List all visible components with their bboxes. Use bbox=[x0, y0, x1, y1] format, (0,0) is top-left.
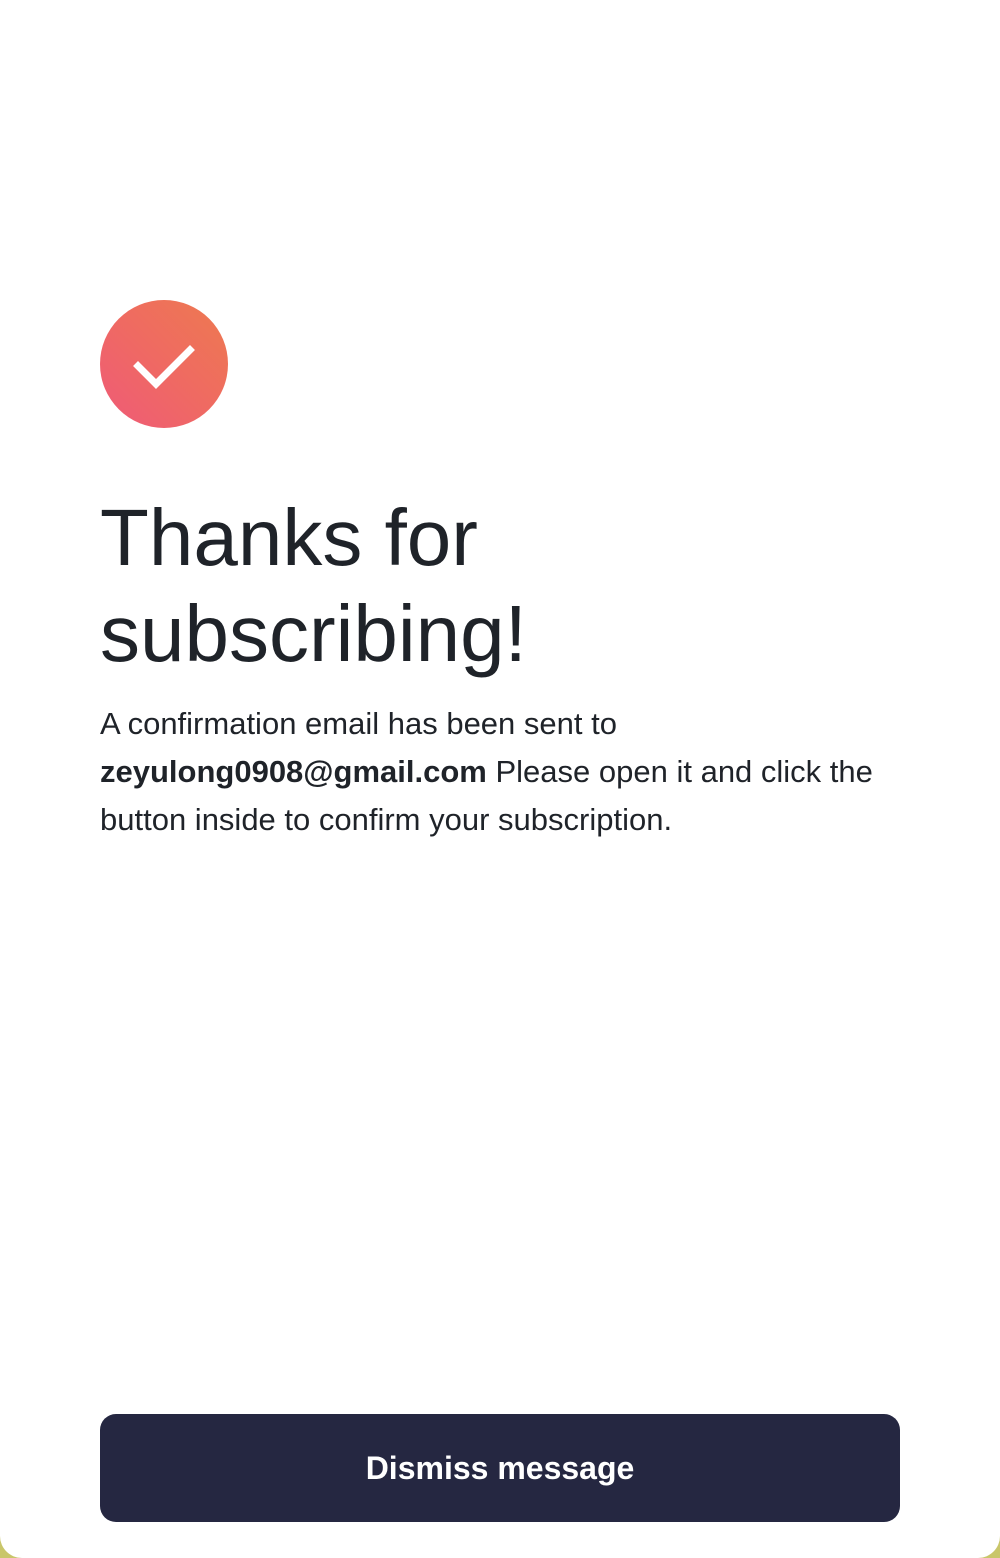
checkmark-icon bbox=[133, 345, 195, 389]
dismiss-message-button[interactable]: Dismiss message bbox=[100, 1414, 900, 1522]
subscription-confirmation-dialog: Thanks for subscribing! A confirmation em… bbox=[0, 0, 1000, 1558]
title-line-2: subscribing! bbox=[100, 589, 527, 678]
success-badge bbox=[100, 300, 228, 428]
message-intro: A confirmation email has been sent to bbox=[100, 706, 617, 741]
title-line-1: Thanks for bbox=[100, 493, 478, 582]
page-title: Thanks for subscribing! bbox=[100, 490, 900, 682]
email-address: zeyulong0908@gmail.com bbox=[100, 754, 487, 789]
confirmation-message: A confirmation email has been sent to zey… bbox=[100, 700, 910, 844]
